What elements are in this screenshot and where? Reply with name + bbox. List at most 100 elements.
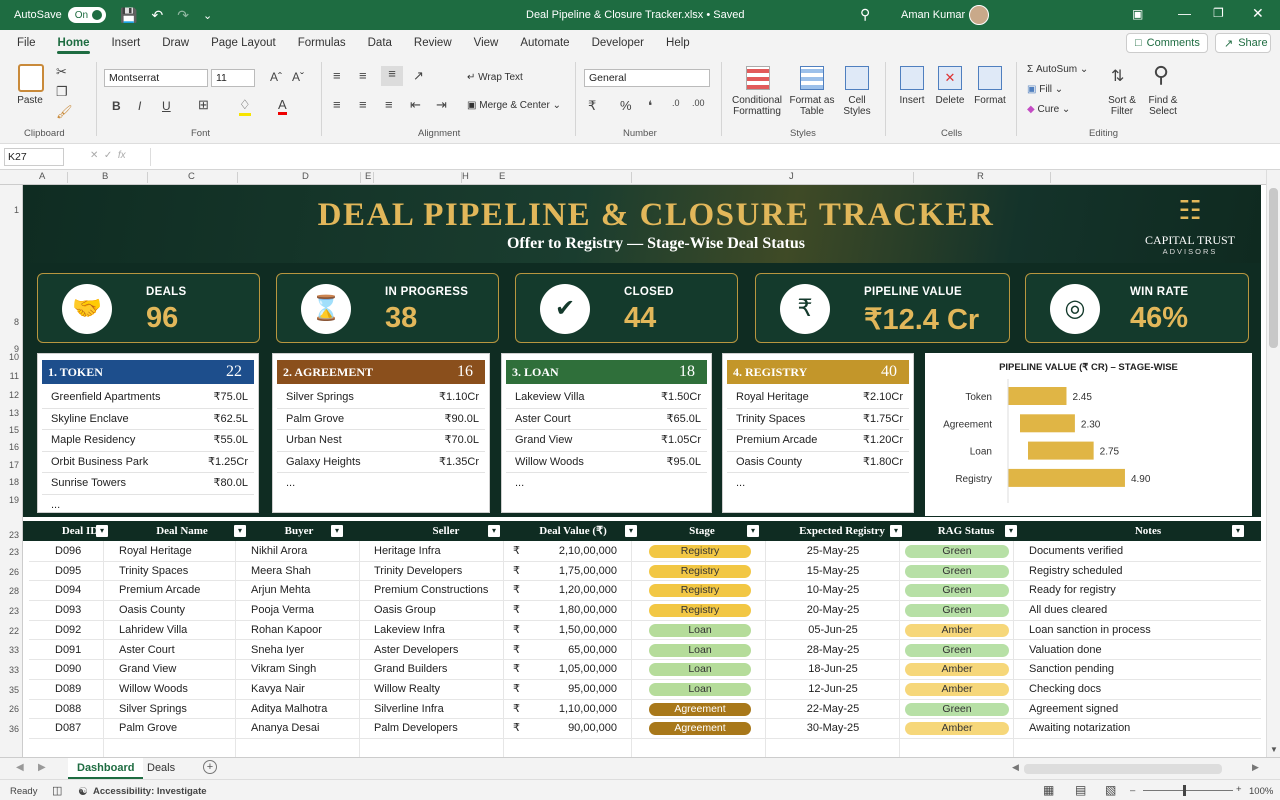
expected-registry-cell[interactable]: 18-Jun-25 — [779, 660, 887, 680]
stage-badge[interactable]: Registry — [649, 545, 751, 558]
stage-badge[interactable]: Registry — [649, 584, 751, 598]
rag-status-badge[interactable]: Green — [905, 702, 1009, 716]
seller-cell[interactable]: Silverline Infra — [374, 700, 444, 720]
sort-filter-icon[interactable]: ⇅ — [1111, 66, 1124, 86]
table-row[interactable]: D091 Aster Court Sneha Iyer Aster Developer… — [29, 641, 1261, 661]
filter-dropdown-icon[interactable]: ▾ — [488, 525, 500, 537]
font-size-select[interactable]: 11 — [211, 69, 255, 87]
tab-home[interactable]: Home — [47, 30, 101, 56]
chart-bar[interactable] — [1008, 468, 1125, 487]
deal-id-cell[interactable]: D096 — [55, 542, 81, 562]
row-header[interactable]: 33 — [3, 645, 19, 655]
zoom-in-icon[interactable]: + — [1236, 784, 1242, 795]
tab-file[interactable]: File — [6, 30, 47, 56]
align-left-icon[interactable]: ≡ — [333, 97, 341, 112]
stage-badge[interactable]: Loan — [649, 643, 751, 657]
fill-color-icon[interactable]: ♢ — [239, 97, 251, 116]
percent-icon[interactable]: % — [620, 98, 632, 113]
deal-value-cell[interactable]: 1,75,00,000 — [523, 562, 617, 582]
sheet-tab-deals[interactable]: Deals — [147, 758, 175, 779]
expected-registry-cell[interactable]: 25-May-25 — [779, 542, 887, 562]
table-row[interactable]: D096 Royal Heritage Nikhil Arora Heritage I… — [29, 542, 1261, 562]
tab-view[interactable]: View — [463, 30, 510, 56]
stage-item[interactable]: ... — [277, 473, 485, 495]
orientation-icon[interactable]: ↗ — [413, 68, 424, 84]
expected-registry-cell[interactable]: 05-Jun-25 — [779, 621, 887, 641]
rag-status-badge[interactable]: Amber — [905, 663, 1009, 677]
stage-item[interactable]: Skyline Enclave ₹62.5L — [42, 409, 254, 430]
filter-dropdown-icon[interactable]: ▾ — [96, 525, 108, 537]
deal-value-cell[interactable]: 90,00,000 — [523, 719, 617, 739]
notes-cell[interactable]: Registry scheduled — [1029, 562, 1123, 582]
decrease-font-icon[interactable]: Aˇ — [292, 70, 304, 84]
buyer-cell[interactable]: Pooja Verma — [251, 601, 314, 621]
deal-id-cell[interactable]: D091 — [55, 641, 81, 661]
filter-dropdown-icon[interactable]: ▾ — [890, 525, 902, 537]
zoom-slider[interactable] — [1143, 790, 1233, 791]
column-header[interactable]: A — [39, 171, 45, 182]
stage-item[interactable]: Trinity Spaces ₹1.75Cr — [727, 409, 909, 430]
deal-value-cell[interactable]: 2,10,00,000 — [523, 542, 617, 562]
rag-status-badge[interactable]: Amber — [905, 623, 1009, 637]
stage-item[interactable]: Orbit Business Park ₹1.25Cr — [42, 452, 254, 473]
stage-item[interactable]: Oasis County ₹1.80Cr — [727, 452, 909, 473]
expected-registry-cell[interactable]: 15-May-25 — [779, 562, 887, 582]
minimize-icon[interactable]: — — [1178, 6, 1191, 21]
deal-id-cell[interactable]: D087 — [55, 719, 81, 739]
search-icon[interactable]: ⚲ — [860, 6, 870, 23]
deal-name-cell[interactable]: Oasis County — [119, 601, 185, 621]
page-break-view-icon[interactable]: ▧ — [1105, 783, 1116, 797]
conditional-formatting-button[interactable]: Conditional Formatting — [728, 95, 786, 117]
deal-name-cell[interactable]: Royal Heritage — [119, 542, 192, 562]
format-cells-icon[interactable] — [978, 66, 1002, 90]
zoom-out-icon[interactable]: – — [1130, 785, 1135, 796]
number-format-select[interactable]: General — [584, 69, 710, 87]
decrease-decimal-icon[interactable]: .00 — [692, 98, 705, 108]
formula-cancel-icon[interactable]: ✕ ✓ fx — [90, 150, 126, 161]
buyer-cell[interactable]: Meera Shah — [251, 562, 311, 582]
redo-icon[interactable]: ↷ — [177, 7, 189, 24]
font-color-icon[interactable]: A — [278, 97, 287, 115]
deal-name-cell[interactable]: Silver Springs — [119, 700, 187, 720]
row-header[interactable]: 16 — [3, 442, 19, 452]
avatar[interactable] — [969, 5, 989, 25]
rag-status-badge[interactable]: Green — [905, 564, 1009, 578]
row-header[interactable]: 28 — [3, 586, 19, 596]
chart-bar[interactable] — [1028, 441, 1094, 460]
comma-icon[interactable]: ❛ — [648, 98, 652, 114]
stage-item[interactable]: Sunrise Towers ₹80.0L — [42, 473, 254, 495]
customize-qat-icon[interactable]: ⌄ — [203, 9, 212, 22]
stage-item[interactable]: Royal Heritage ₹2.10Cr — [727, 387, 909, 409]
deal-name-cell[interactable]: Lahridew Villa — [119, 621, 187, 641]
name-box[interactable]: K27 — [4, 148, 64, 166]
deal-value-cell[interactable]: 95,00,000 — [523, 680, 617, 700]
stage-badge[interactable]: Agreement — [649, 722, 751, 736]
stage-item[interactable]: Galaxy Heights ₹1.35Cr — [277, 452, 485, 473]
deal-value-cell[interactable]: 65,00,000 — [523, 641, 617, 661]
save-icon[interactable]: 💾 — [120, 7, 137, 24]
format-as-table-button[interactable]: Format as Table — [788, 95, 836, 117]
deal-id-cell[interactable]: D089 — [55, 680, 81, 700]
increase-indent-icon[interactable]: ⇥ — [436, 97, 447, 113]
row-header[interactable]: 33 — [3, 665, 19, 675]
table-row[interactable]: D087 Palm Grove Ananya Desai Palm Developer… — [29, 719, 1261, 739]
filter-dropdown-icon[interactable]: ▾ — [234, 525, 246, 537]
italic-icon[interactable]: I — [138, 99, 141, 113]
vertical-scrollbar[interactable]: ▼ — [1266, 170, 1280, 757]
notes-cell[interactable]: Checking docs — [1029, 680, 1101, 700]
align-center-icon[interactable]: ≡ — [359, 97, 367, 112]
seller-cell[interactable]: Willow Realty — [374, 680, 440, 700]
table-row[interactable]: D090 Grand View Vikram Singh Grand Builders… — [29, 660, 1261, 680]
stage-badge[interactable]: Loan — [649, 663, 751, 677]
column-header[interactable]: E — [499, 171, 505, 182]
autosum-button[interactable]: Σ AutoSum ⌄ — [1027, 64, 1088, 75]
expected-registry-cell[interactable]: 10-May-25 — [779, 581, 887, 601]
row-header[interactable]: 36 — [3, 724, 19, 734]
row-header[interactable]: 23 — [3, 606, 19, 616]
horizontal-scrollbar[interactable] — [1024, 764, 1222, 774]
stage-item[interactable]: Maple Residency ₹55.0L — [42, 430, 254, 452]
share-button[interactable]: ↗ Share — [1215, 33, 1271, 53]
notes-cell[interactable]: Loan sanction in process — [1029, 621, 1151, 641]
deal-id-cell[interactable]: D092 — [55, 621, 81, 641]
formula-input[interactable] — [150, 148, 1275, 166]
